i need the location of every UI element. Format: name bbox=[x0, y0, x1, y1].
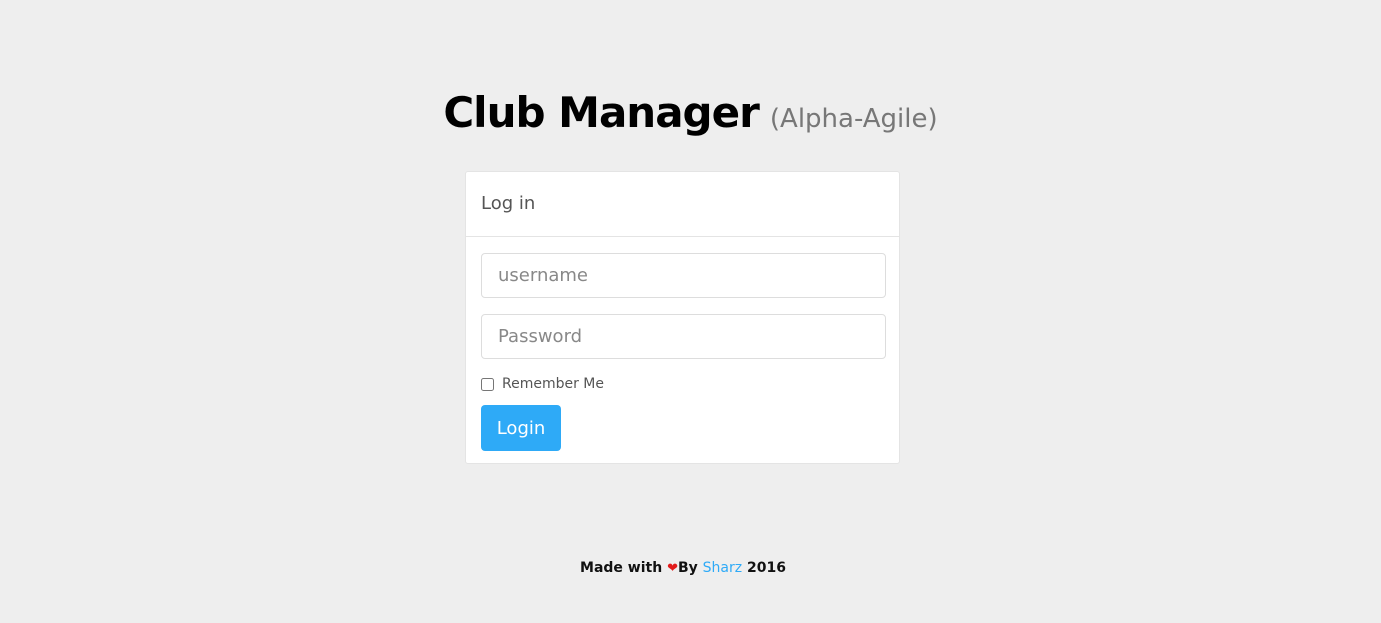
app-subtitle: (Alpha-Agile) bbox=[769, 104, 938, 134]
author-link[interactable]: Sharz bbox=[703, 560, 742, 576]
page-heading: Club Manager (Alpha-Agile) bbox=[0, 88, 1381, 137]
remember-me-checkbox[interactable] bbox=[481, 377, 494, 391]
footer-year: 2016 bbox=[746, 560, 786, 576]
remember-me[interactable]: Remember Me bbox=[481, 376, 604, 392]
footer-made-with: Made with bbox=[580, 560, 663, 576]
app-title: Club Manager bbox=[443, 88, 759, 137]
footer-by: By bbox=[677, 560, 698, 576]
heart-icon: ❤ bbox=[667, 561, 678, 576]
password-input[interactable] bbox=[481, 314, 886, 359]
login-panel-heading: Log in bbox=[466, 172, 899, 237]
login-panel: Log in Remember Me Login bbox=[465, 171, 900, 464]
remember-me-label: Remember Me bbox=[502, 376, 604, 392]
username-input[interactable] bbox=[481, 253, 886, 298]
login-button[interactable]: Login bbox=[481, 405, 561, 451]
footer: Made with ❤By Sharz 2016 bbox=[0, 560, 1366, 576]
